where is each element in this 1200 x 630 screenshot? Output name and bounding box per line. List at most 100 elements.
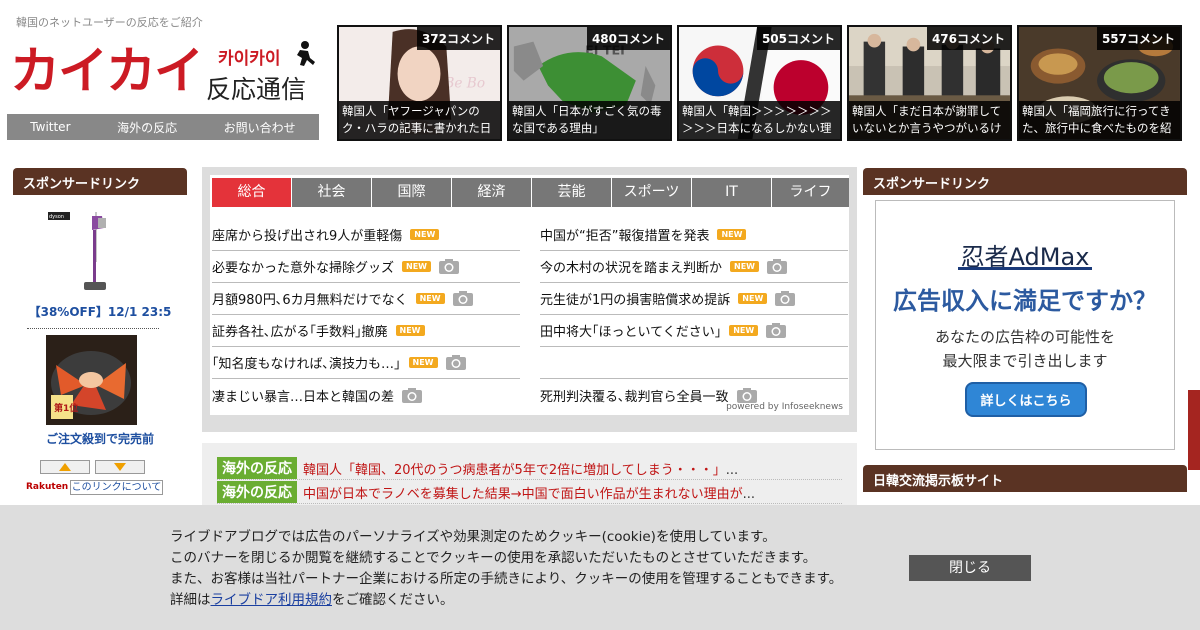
side-tab[interactable] (1188, 390, 1200, 470)
article-caption: 韓国人「まだ日本が謝罪していないとか言うやつがいるけ (849, 101, 1010, 139)
news-panel: 総合 社会 国際 経済 芸能 スポーツ IT ライフ 座席から投げ出され9人が重… (210, 175, 849, 415)
featured-article-4[interactable]: 476コメント 韓国人「まだ日本が謝罪していないとか言うやつがいるけ (847, 25, 1012, 141)
ninja-admax-ad[interactable]: 忍者AdMax 広告収入に満足ですか？ あなたの広告枠の可能性を 最大限まで引き… (875, 200, 1175, 450)
site-logo[interactable]: カイカイ 카이카이 反応通信 (8, 40, 320, 112)
tab-society[interactable]: 社会 (292, 178, 371, 207)
nav-twitter[interactable]: Twitter (30, 120, 70, 134)
vacuum-product-image[interactable]: dyson (40, 208, 120, 300)
ad-headline: 広告収入に満足ですか？ (893, 287, 1157, 315)
article-caption: 韓国人「福岡旅行に行ってきた、旅行中に食べたものを紹 (1019, 101, 1180, 139)
news-item[interactable]: 凄まじい暴言…日本と韓国の差 (212, 379, 520, 411)
overseas-title[interactable]: 韓国人「韓国、20代のうつ病患者が5年で2倍に増加してしまう・・・」... (303, 459, 738, 478)
rakuten-logo: Rakuten (26, 482, 69, 492)
overseas-title[interactable]: 中国が日本でラノベを募集した結果→中国で面白い作品が生まれない理由が... (303, 483, 755, 502)
new-badge: NEW (395, 325, 425, 336)
overseas-item[interactable]: 海外の反応 中国が日本でラノベを募集した結果→中国で面白い作品が生まれない理由が… (217, 481, 842, 504)
ad-body: あなたの広告枠の可能性を 最大限まで引き出します (934, 328, 1115, 370)
camera-icon (402, 387, 423, 403)
nav-overseas-reaction[interactable]: 海外の反応 (117, 119, 177, 136)
new-badge: NEW (410, 229, 440, 240)
news-item[interactable]: ｢知名度もなければ､演技力も…｣ NEW (212, 347, 520, 379)
right-sponsor-heading: スポンサードリンク (863, 168, 1187, 195)
news-column-left: 座席から投げ出され9人が重軽傷 NEW 必要なかった意外な掃除グッズ NEW 月額980… (212, 219, 520, 411)
triangle-down-icon (114, 463, 126, 471)
svg-text:dyson: dyson (49, 214, 64, 220)
featured-articles: Be Bo 372コメント 韓国人「ヤフージャパンのク・ハラの記事に書かれた日 … (337, 25, 1182, 141)
news-item (540, 347, 848, 379)
sidebar-divider (27, 328, 159, 329)
news-item[interactable]: 月額980円､6カ月無料だけでなく NEW (212, 283, 520, 315)
camera-icon (452, 291, 473, 306)
news-title[interactable]: ｢知名度もなければ､演技力も…｣ (212, 353, 401, 372)
news-item[interactable]: 元生徒が1円の損害賠償求め提訴 NEW (540, 283, 848, 315)
tab-entertainment[interactable]: 芸能 (532, 178, 611, 207)
tab-sports[interactable]: スポーツ (612, 178, 691, 207)
terms-link[interactable]: ライブドア利用規約 (211, 592, 333, 608)
svg-text:第1位: 第1位 (54, 402, 78, 414)
featured-article-1[interactable]: Be Bo 372コメント 韓国人「ヤフージャパンのク・ハラの記事に書かれた日 (337, 25, 502, 141)
cookie-message: ライブドアブログでは広告のパーソナライズや効果測定のためクッキー(cookie)… (170, 529, 843, 608)
powered-by: powered by Infoseeknews (726, 402, 843, 412)
svg-text:Be Bo: Be Bo (443, 75, 485, 91)
tab-general[interactable]: 総合 (212, 178, 291, 207)
ad-logo-underline (958, 267, 1092, 270)
about-this-link[interactable]: このリンクについて (70, 480, 163, 495)
scroll-down-button[interactable] (95, 460, 145, 474)
site-tagline: 韓国のネットユーザーの反応をご紹介 (16, 16, 203, 29)
cookie-close-button[interactable]: 閉じる (909, 555, 1031, 581)
new-badge: NEW (415, 293, 445, 304)
article-caption: 韓国人「日本がすごく気の毒な国である理由」 (509, 101, 670, 139)
news-column-right: 中国が“拒否”報復措置を発表 NEW 今の木村の状況を踏まえ判断か NEW 元生徒が1円… (540, 219, 848, 411)
overseas-badge: 海外の反応 (217, 481, 297, 503)
article-caption: 韓国人「ヤフージャパンのク・ハラの記事に書かれた日 (339, 101, 500, 139)
overseas-reaction-box: 海外の反応 韓国人「韓国、20代のうつ病患者が5年で2倍に増加してしまう・・・」… (202, 443, 857, 513)
news-title[interactable]: 凄まじい暴言…日本と韓国の差 (212, 386, 394, 405)
comment-count: 557コメント (1096, 27, 1180, 50)
news-title[interactable]: 座席から投げ出され9人が重軽傷 (212, 225, 402, 244)
news-item[interactable]: 中国が“拒否”報復措置を発表 NEW (540, 219, 848, 251)
news-title[interactable]: 必要なかった意外な掃除グッズ (212, 257, 394, 276)
scroll-up-button[interactable] (40, 460, 90, 474)
featured-article-2[interactable]: EI TEI 480コメント 韓国人「日本がすごく気の毒な国である理由」 (507, 25, 672, 141)
news-item[interactable]: 必要なかった意外な掃除グッズ NEW (212, 251, 520, 283)
tab-it[interactable]: IT (692, 178, 771, 207)
product-2-link[interactable]: ご注文殺到で完売前 (13, 430, 187, 447)
camera-icon (439, 259, 459, 274)
news-item[interactable]: 今の木村の状況を踏まえ判断か NEW (540, 251, 848, 283)
featured-article-5[interactable]: 557コメント 韓国人「福岡旅行に行ってきた、旅行中に食べたものを紹 (1017, 25, 1182, 141)
news-title[interactable]: 今の木村の状況を踏まえ判断か (540, 257, 722, 276)
product-1-link[interactable]: 【38%OFF】12/1 23:5 (13, 303, 187, 320)
nav-contact[interactable]: お問い合わせ (224, 119, 296, 136)
triangle-up-icon (59, 463, 71, 471)
tab-economy[interactable]: 経済 (452, 178, 531, 207)
new-badge: NEW (738, 293, 768, 304)
article-caption: 韓国人「韓国＞＞＞＞＞＞＞＞＞＞日本になるしかない理 (679, 101, 840, 139)
news-title[interactable]: 田中将大｢ほっといてください｣ (540, 321, 721, 340)
overseas-item[interactable]: 海外の反応 韓国人「韓国、20代のうつ病患者が5年で2倍に増加してしまう・・・」… (217, 457, 842, 480)
new-badge: NEW (730, 261, 759, 272)
news-title[interactable]: 証券各社､広がる｢手数料｣撤廃 (212, 321, 388, 340)
news-item[interactable]: 田中将大｢ほっといてください｣ NEW (540, 315, 848, 347)
news-widget: 総合 社会 国際 経済 芸能 スポーツ IT ライフ 座席から投げ出され9人が重… (202, 167, 857, 432)
tab-international[interactable]: 国際 (372, 178, 451, 207)
logo-korean-text: 카이카이 (218, 49, 281, 69)
news-title[interactable]: 元生徒が1円の損害賠償求め提訴 (540, 289, 730, 308)
news-title[interactable]: 月額980円､6カ月無料だけでなく (212, 289, 408, 308)
comment-count: 480コメント (586, 27, 670, 50)
news-item[interactable]: 座席から投げ出され9人が重軽傷 NEW (212, 219, 520, 251)
news-item[interactable]: 証券各社､広がる｢手数料｣撤廃 NEW (212, 315, 520, 347)
camera-icon (766, 323, 787, 338)
news-tabs: 総合 社会 国際 経済 芸能 スポーツ IT ライフ (212, 178, 849, 207)
featured-article-3[interactable]: 505コメント 韓国人「韓国＞＞＞＞＞＞＞＞＞＞日本になるしかない理 (677, 25, 842, 141)
cookie-banner: ライブドアブログでは広告のパーソナライズや効果測定のためクッキー(cookie)… (0, 505, 1200, 630)
news-title[interactable]: 中国が“拒否”報復措置を発表 (540, 225, 709, 244)
crab-product-image[interactable]: 第1位 (46, 335, 137, 425)
tab-life[interactable]: ライフ (772, 178, 849, 207)
logo-main-text: カイカイ (10, 42, 204, 100)
ad-details-button[interactable]: 詳しくはこちら (965, 382, 1087, 417)
camera-icon (775, 291, 796, 306)
logo-subtitle: 反応通信 (206, 75, 307, 104)
news-title[interactable]: 死刑判決覆る､裁判官ら全員一致 (540, 386, 729, 405)
new-badge: NEW (402, 261, 431, 272)
camera-icon (736, 387, 757, 403)
